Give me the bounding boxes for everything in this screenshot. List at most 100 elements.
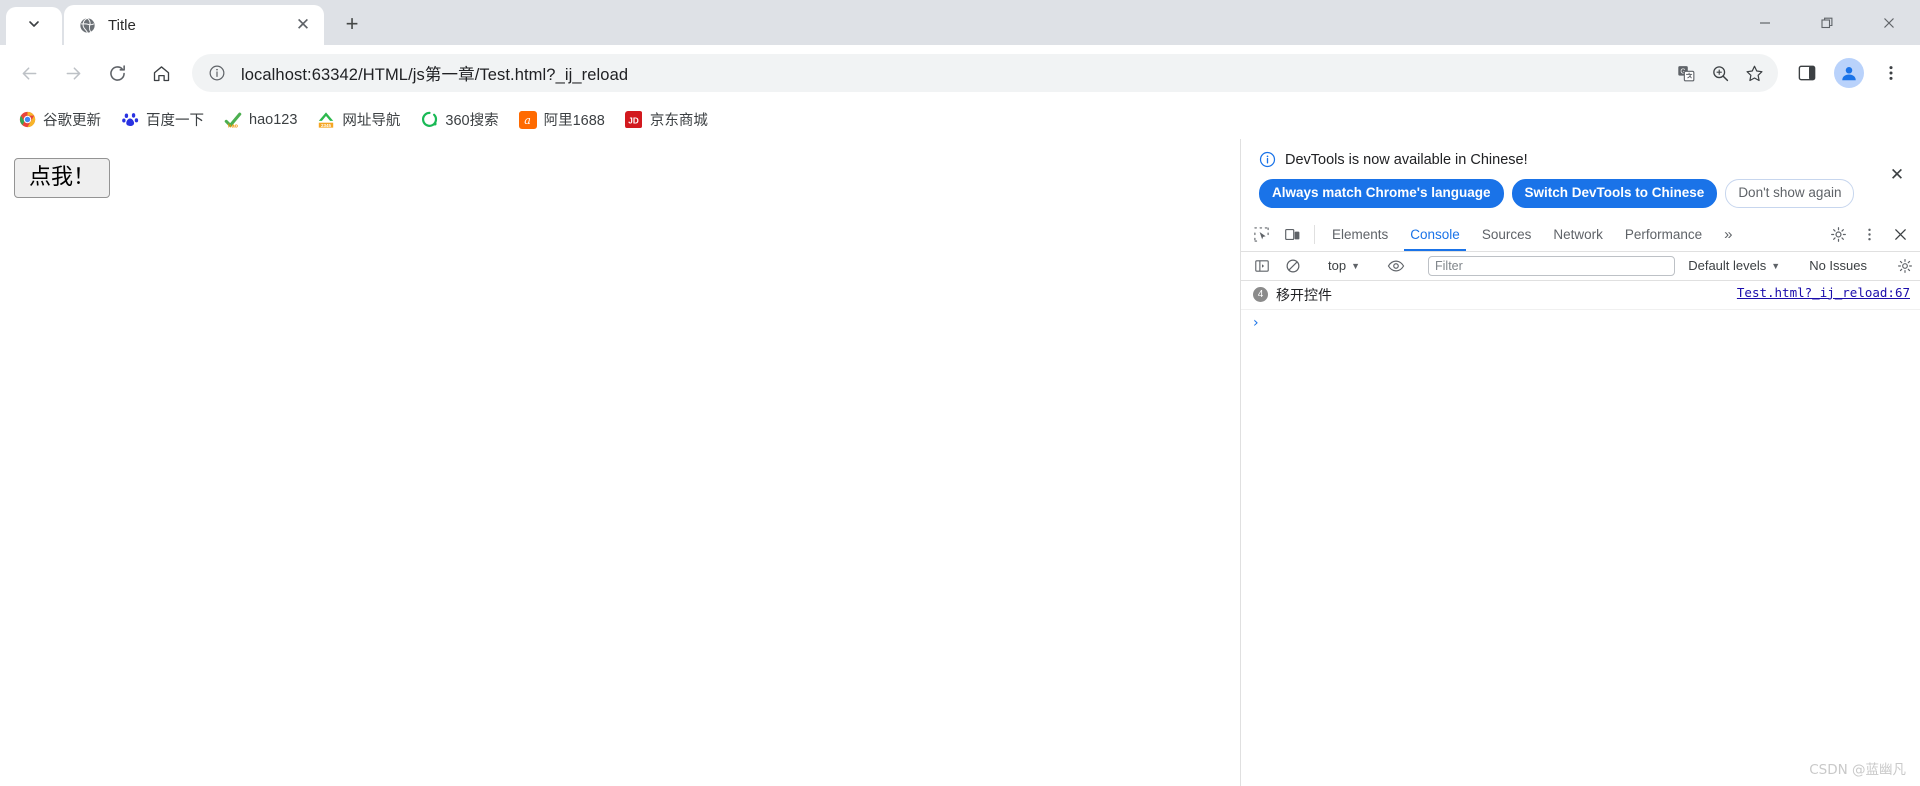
forward-button[interactable] (52, 52, 94, 94)
bookmark-label: 京东商城 (649, 113, 708, 129)
bookmarks-bar: 谷歌更新 百度一下 hao hao123 2345 网址导航 360搜索 a 阿… (0, 101, 1920, 139)
reload-button[interactable] (96, 52, 138, 94)
devtools-panel: DevTools is now available in Chinese! Al… (1240, 139, 1920, 786)
tab-close-button[interactable]: ✕ (290, 12, 316, 38)
omnibox-actions: G (1670, 57, 1770, 89)
click-me-button[interactable]: 点我！ (14, 158, 111, 199)
inspect-element-icon[interactable] (1246, 218, 1277, 251)
devtools-close-button[interactable] (1885, 227, 1916, 242)
browser-toolbar: localhost:63342/HTML/js第一章/Test.html?_ij… (0, 45, 1920, 101)
more-vertical-icon[interactable] (1854, 227, 1885, 242)
tab-console[interactable]: Console (1399, 218, 1471, 251)
bookmark-item-baidu[interactable]: 百度一下 (113, 106, 212, 134)
dont-show-again-button[interactable]: Don't show again (1725, 179, 1855, 208)
jd-icon: JD (625, 111, 643, 129)
tab-search-button[interactable] (6, 7, 62, 45)
switch-devtools-to-chinese-button[interactable]: Switch DevTools to Chinese (1511, 179, 1718, 208)
baidu-icon (121, 111, 139, 129)
clear-console-icon[interactable] (1277, 258, 1308, 274)
always-match-language-button[interactable]: Always match Chrome's language (1259, 179, 1504, 208)
minimize-icon[interactable] (1734, 0, 1796, 45)
bookmark-item-nav2345[interactable]: 2345 网址导航 (309, 106, 408, 134)
console-message-source-link[interactable]: Test.html?_ij_reload:67 (1737, 285, 1910, 300)
bookmark-label: 360搜索 (445, 113, 499, 129)
log-levels-label: Default levels (1688, 258, 1767, 274)
avatar (1834, 58, 1864, 88)
gear-icon[interactable] (1823, 226, 1854, 243)
info-circle-icon (1259, 151, 1276, 168)
browser-viewport: 点我！ DevTools is now available in Chinese… (0, 139, 1920, 786)
issues-counter[interactable]: No Issues (1800, 258, 1876, 273)
console-sidebar-icon[interactable] (1246, 258, 1277, 274)
console-filter-input[interactable]: Filter (1428, 255, 1676, 276)
console-input-prompt[interactable]: › (1241, 310, 1920, 336)
home-button[interactable] (140, 52, 182, 94)
info-circle-icon[interactable] (206, 62, 228, 84)
more-menu-icon[interactable] (1872, 54, 1910, 92)
watermark: CSDN @蓝幽凡 (1809, 762, 1906, 778)
bookmark-label: 百度一下 (146, 113, 204, 129)
bookmark-item-jd[interactable]: JD 京东商城 (617, 106, 716, 134)
prompt-caret-icon: › (1253, 314, 1259, 331)
devtools-language-banner: DevTools is now available in Chinese! Al… (1241, 139, 1920, 218)
execution-context-label: top (1328, 258, 1347, 274)
bookmark-label: 谷歌更新 (43, 113, 101, 129)
tabs-overflow-button[interactable]: » (1713, 218, 1743, 251)
gear-icon[interactable] (1889, 258, 1920, 274)
back-button[interactable] (8, 52, 50, 94)
bookmark-item-google-update[interactable]: 谷歌更新 (10, 106, 109, 134)
banner-buttons: Always match Chrome's language Switch De… (1255, 179, 1906, 208)
tab-network[interactable]: Network (1542, 218, 1614, 251)
chevron-down-icon: ▼ (1351, 260, 1360, 271)
devtools-tab-bar-actions (1810, 218, 1920, 251)
bookmark-label: 网址导航 (342, 113, 401, 129)
nav2345-icon: 2345 (317, 111, 335, 129)
new-tab-button[interactable]: + (334, 6, 370, 42)
tab-strip: Title ✕ + (0, 0, 1920, 45)
close-icon[interactable] (1858, 0, 1920, 45)
web-page-content: 点我！ (0, 139, 1240, 786)
svg-text:hao: hao (228, 123, 238, 128)
banner-close-button[interactable]: ✕ (1884, 162, 1910, 188)
svg-text:JD: JD (629, 116, 640, 125)
bookmark-label: hao123 (249, 111, 298, 128)
restore-icon[interactable] (1796, 0, 1858, 45)
devtools-tab-bar: Elements Console Sources Network Perform… (1241, 217, 1920, 252)
bookmark-item-360search[interactable]: 360搜索 (412, 106, 506, 134)
console-message-text: 移开控件 (1276, 287, 1332, 304)
bookmark-label: 阿里1688 (543, 113, 605, 129)
address-bar-url[interactable]: localhost:63342/HTML/js第一章/Test.html?_ij… (241, 61, 1664, 85)
profile-avatar[interactable] (1830, 54, 1868, 92)
window-controls (1734, 0, 1920, 45)
bookmark-item-alibaba[interactable]: a 阿里1688 (511, 106, 613, 134)
banner-message-row: DevTools is now available in Chinese! (1255, 151, 1906, 168)
side-panel-icon[interactable] (1788, 54, 1826, 92)
zoom-icon[interactable] (1704, 57, 1736, 89)
device-toolbar-icon[interactable] (1277, 218, 1308, 251)
chevron-down-icon: ▼ (1771, 260, 1781, 271)
bookmark-star-icon[interactable] (1738, 57, 1770, 89)
live-expression-icon[interactable] (1380, 257, 1411, 275)
console-message-row[interactable]: 4 移开控件 Test.html?_ij_reload:67 (1241, 281, 1920, 310)
address-bar[interactable]: localhost:63342/HTML/js第一章/Test.html?_ij… (192, 54, 1778, 92)
execution-context-selector[interactable]: top ▼ (1321, 255, 1367, 276)
tab-title: Title (108, 16, 136, 34)
so360-icon (420, 111, 438, 129)
tab-sources[interactable]: Sources (1471, 218, 1543, 251)
log-levels-selector[interactable]: Default levels ▼ (1681, 258, 1787, 273)
message-repeat-badge: 4 (1253, 286, 1268, 302)
chevron-down-icon (26, 16, 42, 37)
tab-performance[interactable]: Performance (1614, 218, 1713, 251)
console-output[interactable]: 4 移开控件 Test.html?_ij_reload:67 › (1241, 280, 1920, 786)
chrome-icon (18, 111, 36, 129)
hao123-icon: hao (224, 111, 242, 129)
divider (1314, 224, 1315, 244)
browser-tab[interactable]: Title ✕ (64, 5, 324, 45)
console-toolbar: top ▼ Filter Default levels ▼ No Issues (1241, 251, 1920, 281)
translate-icon[interactable]: G (1670, 57, 1702, 89)
banner-message: DevTools is now available in Chinese! (1285, 151, 1528, 168)
alibaba-icon: a (518, 110, 537, 129)
bookmark-item-hao123[interactable]: hao hao123 (216, 106, 305, 134)
tab-elements[interactable]: Elements (1321, 218, 1399, 251)
svg-text:2345: 2345 (321, 122, 332, 127)
